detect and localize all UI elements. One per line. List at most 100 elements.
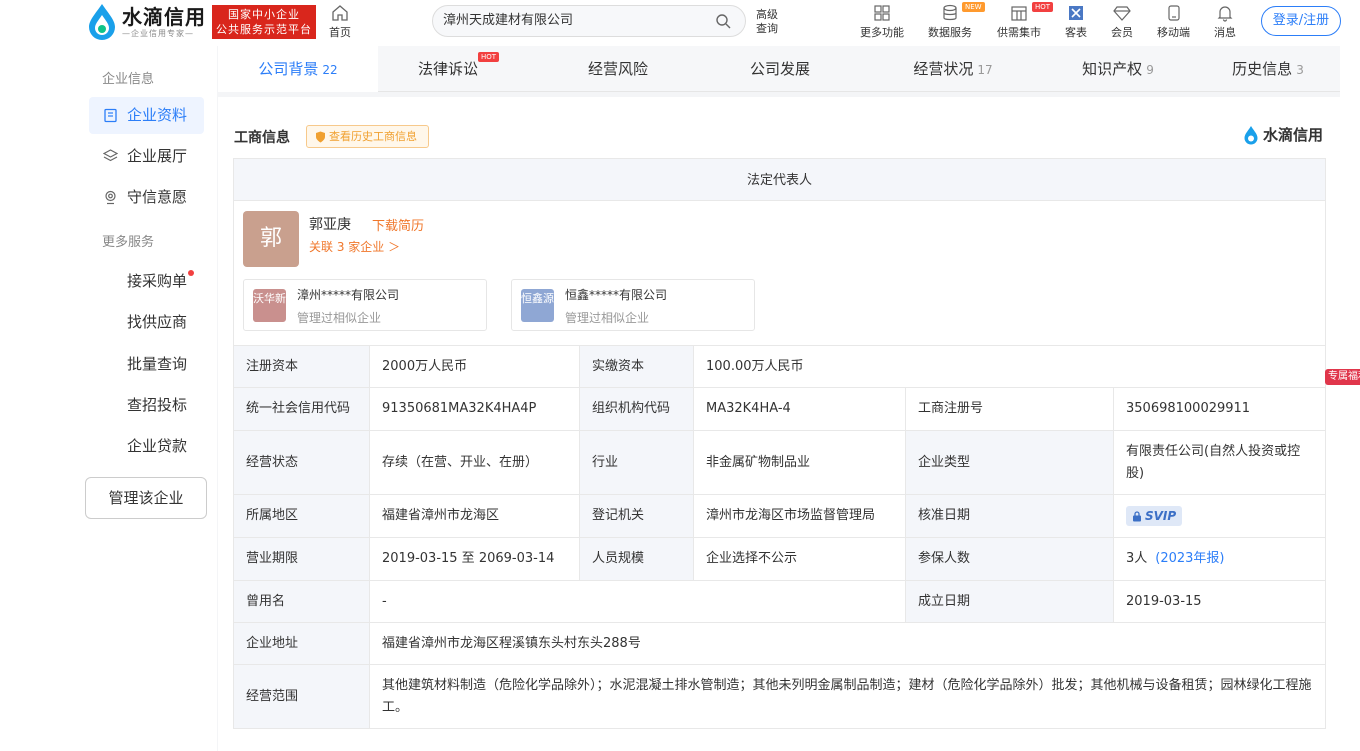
field-label: 参保人数 [906, 538, 1114, 580]
table-row: 统一社会信用代码 91350681MA32K4HA4P 组织机构代码 MA32K… [233, 388, 1326, 431]
seal-icon [105, 190, 116, 205]
grid-icon [874, 5, 890, 21]
associated-companies-link[interactable]: 关联 3 家企业 ＞ [309, 238, 400, 255]
shield-icon [316, 131, 325, 143]
tool-member[interactable]: 会员 [1111, 4, 1133, 40]
svip-badge[interactable]: SVIP [1126, 506, 1183, 526]
tab-company-development[interactable]: 公司发展 [710, 46, 850, 92]
table-row: 经营范围 其他建筑材料制造（危险化学品除外）；水泥混凝土排水管制造；其他未列明金… [233, 665, 1326, 729]
field-value: 企业选择不公示 [694, 538, 906, 580]
platform-badge: 国家中小企业 公共服务示范平台 [212, 5, 316, 39]
water-drop-icon [1244, 125, 1258, 144]
tool-market[interactable]: HOT 供需集市 [997, 2, 1054, 40]
tool-data-service[interactable]: NEW 数据服务 [928, 2, 985, 40]
tab-intellectual-property[interactable]: 知识产权 9 [1038, 46, 1198, 92]
tab-bar: 公司背景 22 法律诉讼 HOT 经营风险 公司发展 经营状况 17 知识产权 9 历… [218, 46, 1340, 92]
logo-slogan: —企业信用专家— [122, 29, 194, 38]
field-value: 存续（在营、开业、在册） [370, 431, 580, 494]
tool-mobile[interactable]: 移动端 [1157, 4, 1190, 40]
tab-operating-status[interactable]: 经营状况 17 [873, 46, 1033, 92]
tool-more-functions[interactable]: 更多功能 [860, 4, 904, 40]
benefits-floating-tag[interactable]: 专属福利 [1325, 369, 1360, 385]
avatar[interactable]: 郭 [243, 211, 299, 267]
sidebar-service-batch-query[interactable]: 批量查询 [127, 353, 187, 374]
svip-label: SVIP [1145, 509, 1177, 523]
sidebar-group-label: 企业信息 [102, 72, 155, 87]
hot-badge: HOT [1032, 2, 1054, 12]
hot-badge: HOT [478, 52, 500, 62]
field-value: 漳州市龙海区市场监督管理局 [694, 495, 906, 537]
field-value: 350698100029911 [1126, 401, 1251, 416]
page-scrollbar[interactable] [1340, 46, 1360, 751]
field-label: 企业类型 [906, 431, 1114, 494]
manage-company-button[interactable]: 管理该企业 [85, 477, 207, 519]
search-input[interactable]: 漳州天成建材有限公司 [432, 5, 746, 37]
company-name: 恒鑫*****有限公司 [565, 288, 668, 302]
sidebar-item-showroom[interactable]: 企业展厅 [89, 138, 204, 175]
left-sidebar: 企业信息 企业资料 企业展厅 守信意愿 更多服务 接采购单 找供应商 批量查询 … [0, 46, 217, 751]
sidebar-item-label: 企业展厅 [127, 147, 188, 165]
tab-label: 历史信息 [1232, 60, 1293, 78]
layers-icon [103, 149, 118, 162]
history-info-link[interactable]: 查看历史工商信息 [306, 125, 429, 148]
advanced-search-link[interactable]: 高级查询 [756, 8, 784, 36]
related-company-card[interactable]: 恒鑫源 恒鑫*****有限公司 管理过相似企业 [511, 279, 755, 331]
tool-label: 消息 [1214, 26, 1236, 39]
field-value: 91350681MA32K4HA4P [370, 388, 580, 430]
tool-messages[interactable]: 消息 [1214, 4, 1236, 40]
tab-business-risk[interactable]: 经营风险 [548, 46, 688, 92]
home-link[interactable]: 首页 [326, 4, 354, 40]
field-value: 有限责任公司(自然人投资或控股) [1126, 443, 1301, 481]
sidebar-item-credit-willingness[interactable]: 守信意愿 [89, 179, 204, 216]
tool-excel[interactable]: 客表 [1065, 4, 1087, 40]
related-company-card[interactable]: 沃华新 漳州*****有限公司 管理过相似企业 [243, 279, 487, 331]
sidebar-service-tenders[interactable]: 查招投标 [127, 394, 187, 415]
sidebar-service-loans[interactable]: 企业贷款 [127, 435, 187, 456]
field-value: 福建省漳州市龙海区程溪镇东头村东头288号 [382, 635, 641, 651]
field-value: 2000万人民币 [370, 346, 580, 387]
field-value: 非金属矿物制品业 [694, 431, 906, 494]
tab-label: 法律诉讼 [417, 60, 478, 78]
login-register-button[interactable]: 登录/注册 [1261, 6, 1341, 36]
document-icon [104, 108, 117, 123]
history-link-label: 查看历史工商信息 [329, 130, 417, 143]
sidebar-item-company-profile[interactable]: 企业资料 [89, 97, 204, 134]
field-label: 统一社会信用代码 [234, 388, 370, 430]
field-value: 福建省漳州市龙海区 [370, 495, 580, 537]
legal-rep-name[interactable]: 郭亚庚 [309, 214, 351, 234]
field-value: MA32K4HA-4 [694, 388, 906, 430]
table-row: 所属地区 福建省漳州市龙海区 登记机关 漳州市龙海区市场监督管理局 核准日期 S… [233, 495, 1326, 538]
search-icon[interactable] [716, 14, 731, 29]
tab-count: 17 [977, 63, 993, 77]
site-logo[interactable]: 水滴信用 —企业信用专家— 国家中小企业 公共服务示范平台 [86, 3, 316, 41]
field-value: 100.00万人民币 [706, 358, 804, 374]
tool-label: 移动端 [1157, 26, 1190, 39]
tab-company-background[interactable]: 公司背景 22 [218, 46, 378, 92]
tab-history-info[interactable]: 历史信息 3 [1198, 46, 1338, 92]
tool-label: 更多功能 [860, 26, 904, 39]
table-row: 企业地址 福建省漳州市龙海区程溪镇东头村东头288号 [233, 623, 1326, 665]
tab-count: 22 [322, 63, 338, 77]
field-label: 营业期限 [234, 538, 370, 580]
field-label: 登记机关 [580, 495, 694, 537]
tab-label: 公司背景 [258, 60, 319, 78]
new-badge: NEW [962, 2, 985, 12]
annual-report-link[interactable]: (2023年报) [1155, 548, 1224, 570]
database-icon [943, 4, 957, 21]
tab-count: 3 [1296, 63, 1304, 77]
field-label: 实缴资本 [580, 346, 694, 387]
sidebar-service-find-suppliers[interactable]: 找供应商 [127, 311, 187, 332]
field-label: 成立日期 [906, 581, 1114, 622]
tool-label: 客表 [1065, 26, 1087, 39]
home-label: 首页 [329, 26, 351, 39]
tab-label: 知识产权 [1082, 60, 1143, 78]
field-label: 注册资本 [234, 346, 370, 387]
sidebar-service-purchase-orders[interactable]: 接采购单 [127, 270, 187, 291]
tool-label: 会员 [1111, 26, 1133, 39]
table-row: 经营状态 存续（在营、开业、在册） 行业 非金属矿物制品业 企业类型 有限责任公… [233, 431, 1326, 495]
tool-label: 供需集市 [997, 26, 1041, 39]
section-title: 工商信息 [234, 130, 290, 146]
download-resume-link[interactable]: 下载简历 [372, 215, 424, 234]
bell-icon [1217, 6, 1233, 22]
company-name: 漳州*****有限公司 [297, 288, 400, 302]
